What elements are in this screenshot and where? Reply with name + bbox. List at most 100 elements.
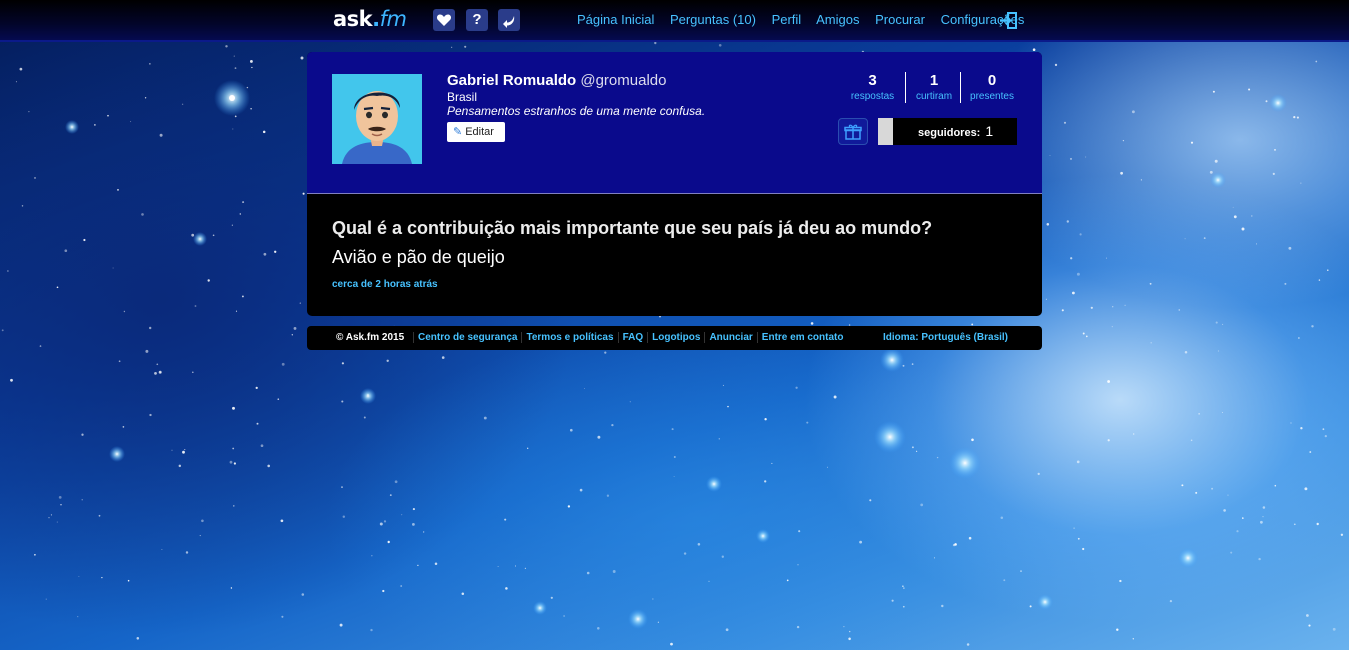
star	[371, 555, 373, 557]
star	[379, 522, 383, 526]
stat-answers[interactable]: 3 respostas	[847, 72, 898, 102]
star	[400, 585, 403, 587]
stat-gifts[interactable]: 0 presentes	[964, 72, 1020, 102]
star	[654, 41, 657, 45]
star	[130, 121, 132, 123]
avatar[interactable]	[332, 74, 422, 164]
heart-icon[interactable]	[433, 9, 455, 31]
star	[250, 108, 252, 110]
footer-links: Centro de segurança Termos e políticas FAQ…	[413, 332, 848, 343]
star	[1046, 223, 1050, 226]
star	[363, 416, 366, 419]
star	[1140, 179, 1142, 181]
star	[1082, 547, 1085, 551]
logout-icon[interactable]	[999, 12, 1017, 29]
star	[194, 305, 197, 307]
star	[1315, 60, 1318, 63]
star	[234, 115, 237, 118]
star	[1227, 494, 1229, 496]
footer-link-logos[interactable]: Logotipos	[647, 332, 705, 343]
star	[230, 587, 233, 589]
language-selector[interactable]: Idioma: Português (Brasil)	[883, 332, 1008, 343]
star	[1181, 484, 1184, 487]
star	[159, 371, 162, 373]
star	[1308, 624, 1311, 627]
nav-search[interactable]: Procurar	[875, 12, 925, 27]
star	[1241, 227, 1245, 231]
star	[764, 418, 767, 421]
star	[192, 371, 194, 374]
footer-link-contact[interactable]: Entre em contato	[756, 332, 848, 343]
star	[386, 359, 389, 362]
nav-home[interactable]: Página Inicial	[577, 12, 654, 27]
stat-likes[interactable]: 1 curtiram	[910, 72, 958, 102]
stat-divider	[905, 72, 906, 103]
star	[107, 114, 109, 117]
footer-link-faq[interactable]: FAQ	[617, 332, 648, 343]
star	[382, 589, 385, 593]
footer-link-safety[interactable]: Centro de segurança	[413, 332, 522, 343]
question-text[interactable]: Qual é a contribuição mais importante qu…	[332, 218, 932, 239]
askfm-logo[interactable]: ask.fm	[333, 7, 407, 33]
star	[869, 499, 872, 502]
star	[1069, 157, 1073, 160]
star	[718, 43, 722, 47]
star	[1296, 116, 1299, 119]
footer-link-advertise[interactable]: Anunciar	[704, 332, 757, 343]
star	[1085, 335, 1088, 338]
star	[1076, 460, 1080, 464]
star	[339, 623, 343, 627]
star	[597, 627, 600, 630]
star	[207, 279, 210, 282]
stat-label: presentes	[970, 91, 1014, 102]
star	[697, 543, 701, 546]
star	[1258, 557, 1261, 561]
star	[1131, 110, 1135, 114]
star	[34, 553, 36, 556]
reply-icon[interactable]	[498, 9, 520, 31]
footer: © Ask.fm 2015 Centro de segurança Termos …	[307, 326, 1042, 350]
star	[15, 81, 17, 83]
nav-questions[interactable]: Perguntas (10)	[670, 12, 756, 27]
nav-profile[interactable]: Perfil	[772, 12, 802, 27]
footer-link-terms[interactable]: Termos e políticas	[521, 332, 618, 343]
star	[181, 103, 184, 105]
star	[1149, 282, 1152, 285]
star	[1079, 233, 1082, 236]
star	[505, 587, 508, 590]
star	[1107, 439, 1110, 442]
star	[34, 176, 36, 179]
edit-profile-button[interactable]: ✎ Editar	[447, 122, 505, 142]
nav-friends[interactable]: Amigos	[816, 12, 859, 27]
star	[597, 435, 601, 439]
star	[1274, 149, 1276, 151]
question-icon[interactable]: ?	[466, 9, 488, 31]
star	[567, 505, 571, 508]
star	[1211, 487, 1214, 490]
star	[902, 585, 904, 588]
edit-label: Editar	[465, 126, 494, 138]
answer-timestamp[interactable]: cerca de 2 horas atrás	[332, 279, 438, 290]
star	[796, 625, 800, 629]
star	[441, 356, 445, 359]
star	[936, 456, 939, 459]
star	[1209, 170, 1213, 174]
star	[48, 517, 50, 519]
star	[586, 571, 590, 575]
star	[1214, 159, 1218, 163]
star	[1000, 516, 1004, 520]
star	[229, 460, 233, 464]
star	[1318, 279, 1321, 281]
star	[293, 326, 297, 330]
star	[673, 475, 675, 477]
star	[1073, 527, 1075, 529]
star	[1111, 326, 1113, 328]
gift-icon[interactable]	[838, 118, 868, 145]
star	[302, 192, 305, 195]
star	[604, 351, 607, 354]
star	[1061, 309, 1064, 312]
star	[98, 514, 101, 517]
followers-box[interactable]: seguidores: 1	[878, 118, 1017, 145]
star	[251, 66, 253, 69]
star	[1112, 306, 1114, 308]
